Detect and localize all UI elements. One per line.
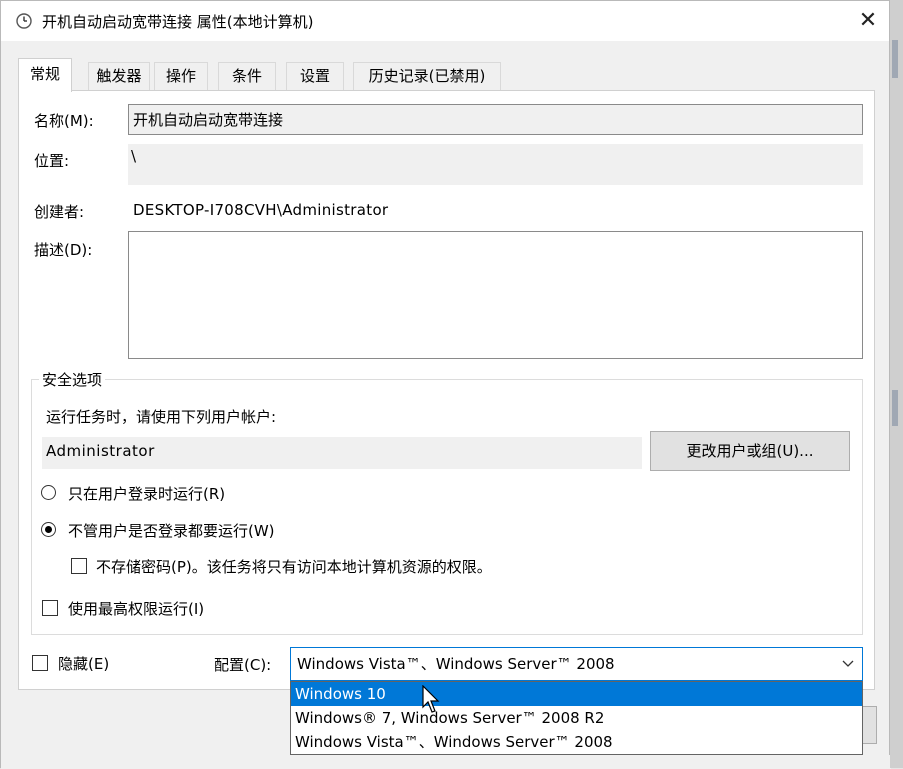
option-label: Windows Vista™、Windows Server™ 2008 — [295, 733, 613, 751]
hidden-checkbox[interactable] — [32, 655, 48, 671]
tab-actions[interactable]: 操作 — [154, 62, 208, 90]
tab-label: 操作 — [165, 67, 196, 85]
option-label: Windows® 7, Windows Server™ 2008 R2 — [295, 709, 605, 727]
configure-selected-value: Windows Vista™、Windows Server™ 2008 — [297, 655, 615, 673]
user-account-field: Administrator — [42, 437, 642, 469]
tab-settings[interactable]: 设置 — [286, 62, 344, 90]
run-highest-privileges-checkbox[interactable] — [42, 600, 58, 616]
title-bar[interactable]: 开机自动启动宽带连接 属性(本地计算机) ✕ — [1, 1, 889, 41]
tab-conditions[interactable]: 条件 — [218, 62, 276, 90]
tab-label: 条件 — [231, 67, 262, 85]
tab-label: 常规 — [29, 65, 60, 83]
do-not-store-password-checkbox[interactable] — [71, 558, 87, 574]
location-value: \ — [131, 147, 137, 165]
run-whether-logged-on-radio[interactable] — [41, 522, 56, 537]
background-window-edge — [890, 0, 903, 768]
task-properties-dialog: 开机自动启动宽带连接 属性(本地计算机) ✕ 常规 触发器 操作 条件 设置 历… — [0, 0, 891, 769]
location-label: 位置: — [34, 152, 70, 170]
scrollbar-thumb — [892, 390, 898, 426]
name-label: 名称(M): — [34, 112, 94, 130]
security-options-title: 安全选项 — [39, 369, 106, 390]
configure-dropdown[interactable]: Windows Vista™、Windows Server™ 2008 — [290, 647, 863, 681]
description-label: 描述(D): — [34, 241, 93, 259]
close-icon: ✕ — [858, 8, 878, 33]
run-whether-logged-on-label[interactable]: 不管用户是否登录都要运行(W) — [68, 520, 275, 541]
run-only-logged-on-label[interactable]: 只在用户登录时运行(R) — [68, 483, 225, 504]
location-field: \ — [128, 144, 863, 185]
scrollbar-thumb — [892, 40, 898, 78]
window-title: 开机自动启动宽带连接 属性(本地计算机) — [42, 13, 314, 31]
run-only-logged-on-radio[interactable] — [41, 485, 56, 500]
configure-option-windows-10[interactable]: Windows 10 — [291, 682, 862, 706]
configure-label: 配置(C): — [214, 656, 272, 674]
tab-label: 触发器 — [96, 67, 142, 85]
mouse-pointer-icon — [422, 685, 440, 713]
user-account-value: Administrator — [46, 442, 155, 460]
dialog-footer — [1, 755, 891, 769]
change-user-button-label: 更改用户或组(U)... — [686, 442, 814, 460]
clock-icon — [16, 13, 32, 29]
tab-label: 设置 — [299, 67, 330, 85]
configure-option-windows-7[interactable]: Windows® 7, Windows Server™ 2008 R2 — [291, 706, 862, 730]
tab-label: 历史记录(已禁用) — [368, 67, 486, 85]
run-highest-privileges-label[interactable]: 使用最高权限运行(I) — [68, 598, 204, 619]
ok-button-partial[interactable] — [863, 706, 877, 744]
tab-general[interactable]: 常规 — [18, 58, 72, 92]
configure-option-windows-vista[interactable]: Windows Vista™、Windows Server™ 2008 — [291, 730, 862, 754]
name-field[interactable]: 开机自动启动宽带连接 — [128, 104, 863, 135]
tab-history[interactable]: 历史记录(已禁用) — [353, 62, 501, 90]
change-user-button[interactable]: 更改用户或组(U)... — [650, 431, 850, 471]
author-label: 创建者: — [34, 203, 85, 221]
tab-triggers[interactable]: 触发器 — [88, 62, 150, 90]
hidden-label[interactable]: 隐藏(E) — [58, 653, 109, 674]
configure-options-list[interactable]: Windows 10 Windows® 7, Windows Server™ 2… — [290, 681, 863, 755]
author-value: DESKTOP-I708CVH\Administrator — [133, 201, 389, 219]
do-not-store-password-label[interactable]: 不存储密码(P)。该任务将只有访问本地计算机资源的权限。 — [96, 556, 492, 577]
run-as-prompt: 运行任务时，请使用下列用户帐户: — [46, 408, 277, 426]
close-button[interactable]: ✕ — [847, 5, 889, 37]
name-value: 开机自动启动宽带连接 — [133, 111, 284, 129]
option-label: Windows 10 — [295, 685, 386, 703]
description-field[interactable] — [128, 231, 863, 359]
